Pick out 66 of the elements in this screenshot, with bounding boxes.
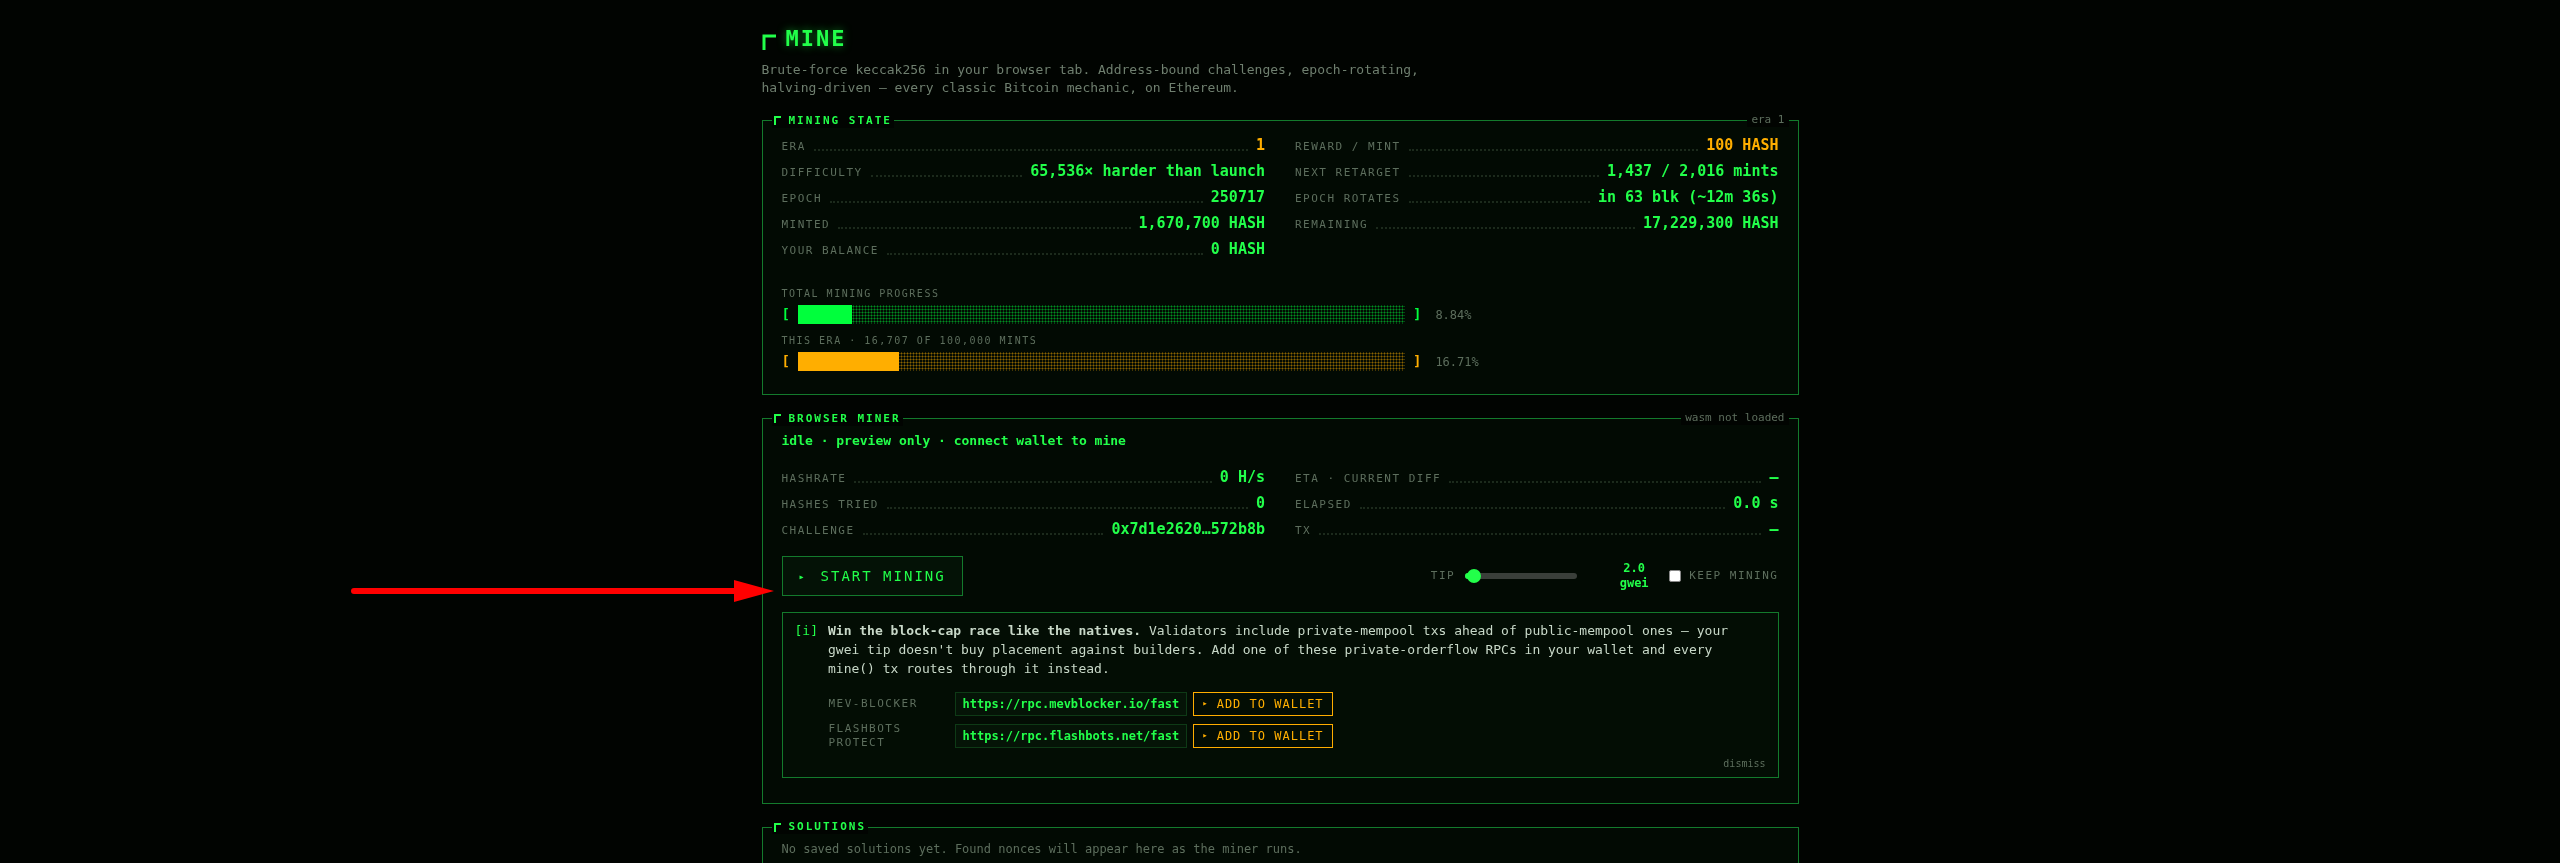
progress-percent: 16.71% <box>1435 353 1479 371</box>
tip-label: TIP <box>1430 567 1456 584</box>
panel-title: SOLUTIONS <box>788 820 867 834</box>
stat-label: REMAINING <box>1295 218 1369 232</box>
dismiss-link[interactable]: dismiss <box>1723 756 1766 771</box>
keep-mining-checkbox[interactable] <box>1669 570 1682 582</box>
bracket-text: ] <box>1412 305 1422 324</box>
start-mining-button[interactable]: ▸ START MINING <box>781 556 963 596</box>
panel-badge: wasm not loaded <box>1681 411 1789 425</box>
stat-value: 0x7d1e2620…572b8b <box>1111 520 1265 538</box>
stat-label: HASHRATE <box>781 472 847 486</box>
stat-label: REWARD / MINT <box>1295 140 1401 154</box>
tip-slider[interactable] <box>1465 568 1578 584</box>
stat-value: 1 <box>1255 136 1265 154</box>
add-to-wallet-button[interactable]: ▸ ADD TO WALLET <box>1193 724 1333 748</box>
stat-label: CHALLENGE <box>781 524 855 538</box>
stat-label: YOUR BALANCE <box>781 244 879 258</box>
stat-value: in 63 blk (~12m 36s) <box>1597 188 1779 206</box>
keep-mining-label: KEEP MINING <box>1689 567 1779 584</box>
panel-title: BROWSER MINER <box>788 411 901 426</box>
tip-value: 2.0 gwei <box>1618 561 1650 591</box>
stat-value: 100 HASH <box>1706 136 1779 154</box>
stat-value: 0 H/s <box>1219 468 1265 486</box>
page-description: Brute-force keccak256 in your browser tab. Address-bound challenges, epoch-rotating, halving-driven — every classic Bitcoin mechanic, on Ethereum. <box>761 61 1420 97</box>
bracket-text: [ <box>781 305 790 324</box>
corner-icon <box>773 822 781 832</box>
progress-label: THIS ERA · 16,707 OF 100,000 MINTS <box>781 335 1039 347</box>
stat-value: 65,536× harder than launch <box>1030 162 1265 180</box>
corner-icon <box>773 414 781 423</box>
rpc-url-field[interactable]: https://rpc.flashbots.net/fast <box>954 724 1188 748</box>
empty-state-text: No saved solutions yet. Found nonces will appear here as the miner runs. <box>781 842 1303 856</box>
stat-value: 250717 <box>1210 188 1265 206</box>
stat-value: — <box>1769 468 1779 486</box>
stat-label: DIFFICULTY <box>781 166 863 180</box>
stat-label: EPOCH ROTATES <box>1295 192 1401 206</box>
stat-label: ELAPSED <box>1295 498 1352 512</box>
progress-percent: 8.84% <box>1435 306 1472 324</box>
stat-label: TX <box>1295 524 1312 538</box>
rpc-name: FLASHBOTS PROTECT <box>828 722 903 750</box>
stat-label: NEXT RETARGET <box>1295 166 1401 180</box>
bracket-text: [ <box>781 352 790 371</box>
stat-value: 0.0 s <box>1733 494 1779 512</box>
progress-label: TOTAL MINING PROGRESS <box>781 288 941 300</box>
stat-value: 17,229,300 HASH <box>1643 214 1779 232</box>
rpc-name: MEV-BLOCKER <box>828 697 919 711</box>
stat-value: 1,437 / 2,016 mints <box>1606 162 1779 180</box>
corner-icon <box>773 116 781 125</box>
corner-icon <box>761 33 776 50</box>
stat-value: 0 HASH <box>1210 240 1265 258</box>
notice-text: Win the block-cap race like the natives. Validators include private-mempool txs ahead of public-mempool ones — your gwei tip doesn't buy placement against builders. Add one of these private-orderflow RPCs in your wallet and every mine() tx routes through it instead. <box>828 622 1730 678</box>
stat-label: ERA <box>781 140 806 154</box>
stat-label: HASHES TRIED <box>781 498 879 512</box>
stat-label: MINTED <box>781 218 831 232</box>
stat-label: EPOCH <box>781 192 823 206</box>
stat-value: 0 <box>1255 494 1265 512</box>
stat-value: 1,670,700 HASH <box>1138 214 1265 232</box>
stat-label: ETA · CURRENT DIFF <box>1295 472 1442 486</box>
page-title: MINE <box>785 25 847 53</box>
panel-title: MINING STATE <box>788 113 892 128</box>
add-to-wallet-button[interactable]: ▸ ADD TO WALLET <box>1193 692 1333 716</box>
miner-status: idle · preview only · connect wallet to mine <box>781 432 1127 450</box>
panel-badge: era 1 <box>1747 113 1789 127</box>
stat-value: — <box>1769 520 1779 538</box>
bracket-text: ] <box>1412 352 1422 371</box>
info-marker: [i] <box>794 622 818 640</box>
rpc-url-field[interactable]: https://rpc.mevblocker.io/fast <box>954 692 1188 716</box>
